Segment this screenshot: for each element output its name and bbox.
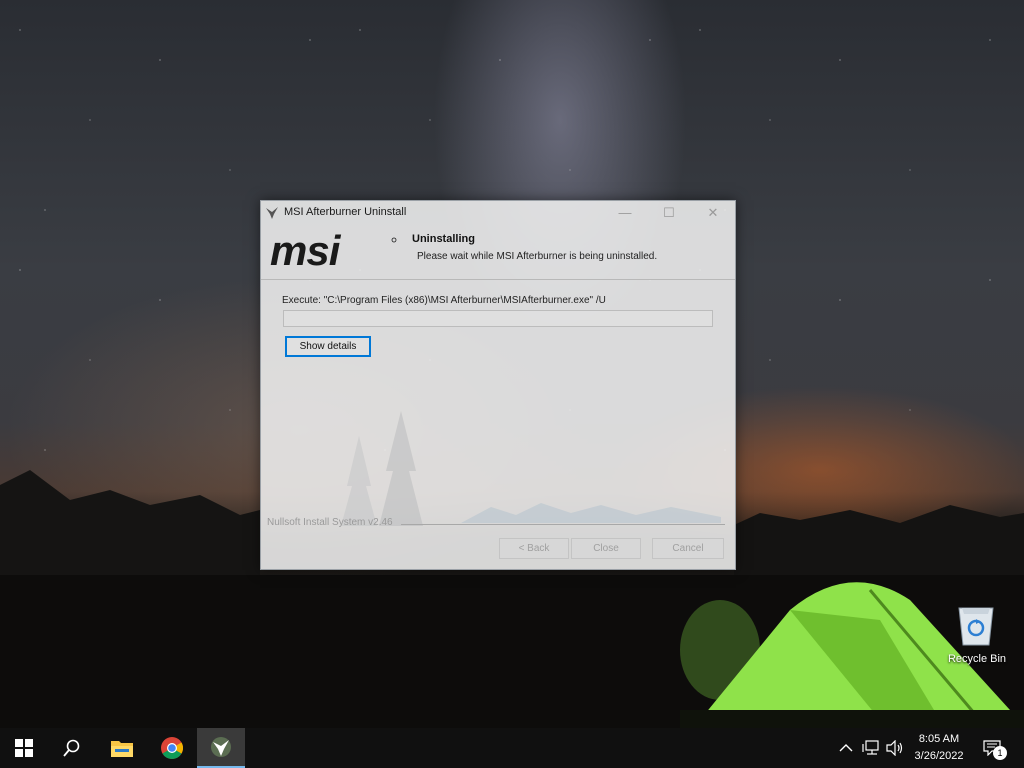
show-details-button[interactable]: Show details [285,336,371,357]
recycle-bin-label: Recycle Bin [947,653,1007,665]
start-button[interactable] [0,728,48,768]
start-icon [15,739,33,757]
msi-logo: msi [270,231,397,271]
show-hidden-icons-button[interactable] [838,728,854,768]
dialog-title: MSI Afterburner Uninstall [284,206,407,218]
back-button[interactable]: < Back [499,538,569,559]
header-title: Uninstalling [412,233,475,245]
msi-afterburner-icon [211,737,231,757]
footer-divider [401,524,725,525]
installer-brand-text: Nullsoft Install System v2.46 [267,517,393,528]
dialog-titlebar[interactable]: MSI Afterburner Uninstall — ☐ ✕ [261,201,735,225]
uninstall-progress-bar [283,310,713,327]
file-explorer-icon [111,741,133,757]
background-mountains [461,503,721,523]
clock-time: 8:05 AM [918,733,960,745]
execute-status-text: Execute: "C:\Program Files (x86)\MSI Aft… [282,295,606,306]
background-trees [341,411,423,526]
action-center-button[interactable]: 1 [978,728,1008,768]
taskbar-chrome[interactable] [148,728,196,768]
header-subtitle: Please wait while MSI Afterburner is bei… [417,251,658,262]
taskbar-msi-afterburner[interactable] [197,728,245,768]
search-icon [63,739,80,757]
taskbar-file-explorer[interactable] [98,728,146,768]
close-button[interactable]: Close [571,538,641,559]
dialog-header: msi Uninstalling Please wait while MSI A… [261,225,735,280]
minimize-button[interactable]: — [603,201,647,225]
recycle-bin-shortcut[interactable]: Recycle Bin [944,600,1010,670]
notification-count-badge: 1 [993,746,1007,760]
taskbar: 8:05 AM 3/26/2022 1 [0,728,1024,768]
maximize-button[interactable]: ☐ [647,201,691,225]
recycle-bin-icon [958,607,994,646]
close-window-button[interactable]: ✕ [691,201,735,225]
chrome-icon [161,737,183,759]
uninstall-dialog: MSI Afterburner Uninstall — ☐ ✕ msi Unin… [260,200,736,570]
network-icon [862,740,879,755]
cancel-button[interactable]: Cancel [652,538,724,559]
network-tray-button[interactable] [860,728,882,768]
clock-date: 3/26/2022 [914,750,964,762]
volume-icon [886,740,903,756]
chevron-up-icon [839,744,853,752]
volume-tray-button[interactable] [884,728,906,768]
svg-text:msi: msi [270,231,342,271]
search-button[interactable] [48,728,96,768]
afterburner-app-icon [266,207,278,219]
